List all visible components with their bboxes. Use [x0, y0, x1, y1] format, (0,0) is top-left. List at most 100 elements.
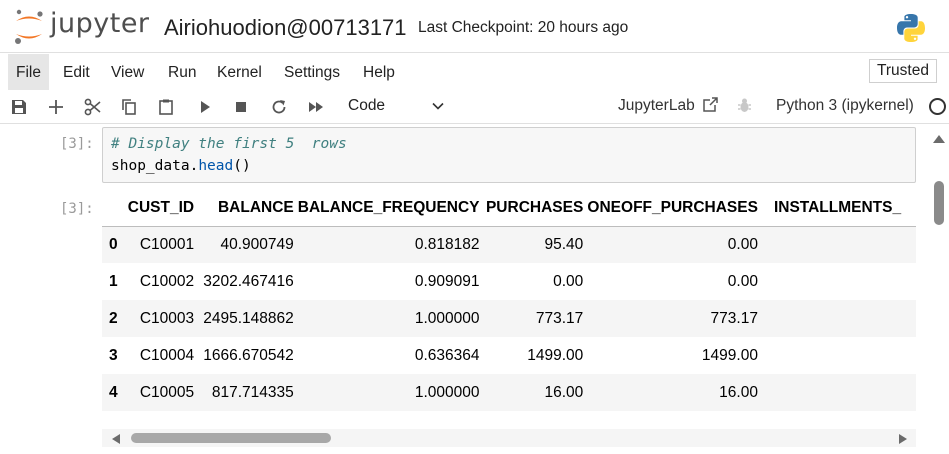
- cell-oneoff-purchases: 0.00: [727, 272, 758, 290]
- cell-balance: 3202.467416: [203, 272, 294, 290]
- code-args: (): [233, 158, 251, 174]
- cell-balance: 40.900749: [220, 235, 294, 253]
- open-jupyterlab-link[interactable]: JupyterLab: [618, 97, 695, 115]
- code-object: shop_data.: [111, 158, 199, 174]
- cell-oneoff-purchases: 0.00: [727, 235, 758, 253]
- cell-balance-frequency: 0.636364: [414, 346, 480, 364]
- code-cell-editor[interactable]: # Display the first 5 rows shop_data.hea…: [102, 127, 916, 183]
- cell-purchases: 0.00: [553, 272, 584, 290]
- cell-installments: [758, 226, 916, 263]
- chevron-down-icon[interactable]: [430, 98, 446, 114]
- interrupt-kernel-button[interactable]: [229, 95, 253, 119]
- vertical-scroll-thumb[interactable]: [934, 181, 944, 225]
- restart-icon: [272, 100, 286, 114]
- table-row: 3 C10004 1666.670542 0.636364 1499.00 1499.00: [102, 337, 916, 374]
- bug-icon[interactable]: [736, 97, 753, 114]
- cell-balance: 1666.670542: [203, 346, 294, 364]
- column-header-installments: INSTALLMENTS_: [757, 191, 916, 227]
- external-link-icon[interactable]: [702, 96, 719, 113]
- row-index: 0: [109, 235, 118, 253]
- dataframe-table: CUST_ID BALANCE BALANCE_FREQUENCY PURCHA…: [102, 191, 916, 411]
- scissors-icon: [84, 98, 101, 116]
- table-body: 0 C10001 40.900749 0.818182 95.40 0.00 1 C10002…: [102, 226, 916, 411]
- last-checkpoint-text: Last Checkpoint: 20 hours ago: [418, 19, 629, 36]
- kernel-name-indicator[interactable]: Python 3 (ipykernel): [776, 97, 914, 115]
- notebook-header: jupyter Airiohuodion@00713171 Last Check…: [0, 0, 949, 53]
- input-prompt: [3]:: [60, 136, 94, 152]
- run-cell-button[interactable]: [193, 95, 217, 119]
- column-header-balance: BALANCE: [194, 191, 294, 227]
- table-row: 4 C10005 817.714335 1.000000 16.00 16.00: [102, 374, 916, 411]
- row-index: 1: [109, 272, 118, 290]
- cell-installments: [758, 374, 916, 411]
- jupyter-logo-icon: [15, 9, 43, 44]
- cell-balance-frequency: 0.818182: [414, 235, 480, 253]
- notebook-title[interactable]: Airiohuodion@00713171: [164, 15, 407, 41]
- menu-run[interactable]: Run: [160, 54, 204, 90]
- menu-file[interactable]: File: [8, 54, 49, 90]
- paste-button[interactable]: [154, 95, 178, 119]
- horizontal-scrollbar[interactable]: [102, 429, 916, 447]
- cell-installments: [758, 263, 916, 300]
- trusted-indicator[interactable]: Trusted: [869, 59, 937, 83]
- code-comment: # Display the first 5 rows: [111, 136, 347, 152]
- column-header-cust-id: CUST_ID: [127, 191, 195, 227]
- table-header-row: CUST_ID BALANCE BALANCE_FREQUENCY PURCHA…: [102, 191, 916, 227]
- copy-button[interactable]: [117, 95, 141, 119]
- scroll-right-arrow-icon[interactable]: [899, 434, 907, 444]
- cell-oneoff-purchases: 773.17: [710, 309, 758, 327]
- cell-purchases: 16.00: [544, 383, 584, 401]
- column-header-oneoff-purchases: ONEOFF_PURCHASES: [583, 191, 758, 227]
- insert-cell-button[interactable]: [44, 95, 68, 119]
- jupyter-wordmark[interactable]: jupyter: [50, 8, 150, 39]
- copy-icon: [122, 99, 136, 115]
- table-row: 1 C10002 3202.467416 0.909091 0.00 0.00: [102, 263, 916, 300]
- row-index: 3: [109, 346, 118, 364]
- row-index: 2: [109, 309, 118, 327]
- cell-type-select[interactable]: Code: [348, 97, 385, 115]
- column-header-purchases: PURCHASES: [479, 191, 584, 227]
- clipboard-icon: [159, 99, 173, 115]
- cell-cust-id: C10001: [139, 235, 195, 253]
- cell-oneoff-purchases: 16.00: [719, 383, 758, 401]
- menu-edit[interactable]: Edit: [55, 54, 98, 90]
- cell-balance: 817.714335: [211, 383, 294, 401]
- notebook-panel: [3]: # Display the first 5 rows shop_dat…: [0, 125, 949, 454]
- dataframe-output: CUST_ID BALANCE BALANCE_FREQUENCY PURCHA…: [102, 191, 916, 438]
- code-statement: shop_data.head(): [111, 158, 251, 174]
- table-row: 2 C10003 2495.148862 1.000000 773.17 773.17: [102, 300, 916, 337]
- save-icon: [12, 100, 26, 114]
- cut-button[interactable]: [81, 95, 105, 119]
- cell-balance-frequency: 0.909091: [414, 272, 480, 290]
- cell-oneoff-purchases: 1499.00: [701, 346, 758, 364]
- scroll-up-arrow-icon[interactable]: [933, 135, 945, 143]
- cell-purchases: 1499.00: [527, 346, 584, 364]
- menu-settings[interactable]: Settings: [276, 54, 348, 90]
- restart-run-all-button[interactable]: [304, 95, 328, 119]
- cell-balance: 2495.148862: [203, 309, 294, 327]
- fast-forward-icon: [309, 102, 323, 112]
- save-button[interactable]: [7, 95, 31, 119]
- notebook-toolbar: Code JupyterLab Python 3 (ipykernel): [0, 90, 949, 124]
- menu-bar: File Edit View Run Kernel Settings Help: [0, 54, 949, 90]
- cell-cust-id: C10003: [139, 309, 195, 327]
- output-prompt: [3]:: [60, 201, 94, 217]
- cell-balance-frequency: 1.000000: [414, 383, 480, 401]
- vertical-scrollbar[interactable]: [930, 125, 947, 454]
- column-header-balance-frequency: BALANCE_FREQUENCY: [293, 191, 480, 227]
- cell-installments: [758, 300, 916, 337]
- python-logo-icon: [897, 14, 925, 42]
- menu-help[interactable]: Help: [355, 54, 403, 90]
- menu-view[interactable]: View: [103, 54, 152, 90]
- cell-purchases: 773.17: [535, 309, 584, 327]
- horizontal-scroll-thumb[interactable]: [131, 433, 331, 443]
- cell-cust-id: C10004: [139, 346, 195, 364]
- scroll-left-arrow-icon[interactable]: [112, 434, 120, 444]
- cell-purchases: 95.40: [544, 235, 584, 253]
- plus-icon: [49, 100, 63, 114]
- cell-cust-id: C10002: [139, 272, 195, 290]
- menu-kernel[interactable]: Kernel: [209, 54, 270, 90]
- table-row: 0 C10001 40.900749 0.818182 95.40 0.00: [102, 226, 916, 263]
- restart-kernel-button[interactable]: [267, 95, 291, 119]
- play-icon: [201, 101, 210, 113]
